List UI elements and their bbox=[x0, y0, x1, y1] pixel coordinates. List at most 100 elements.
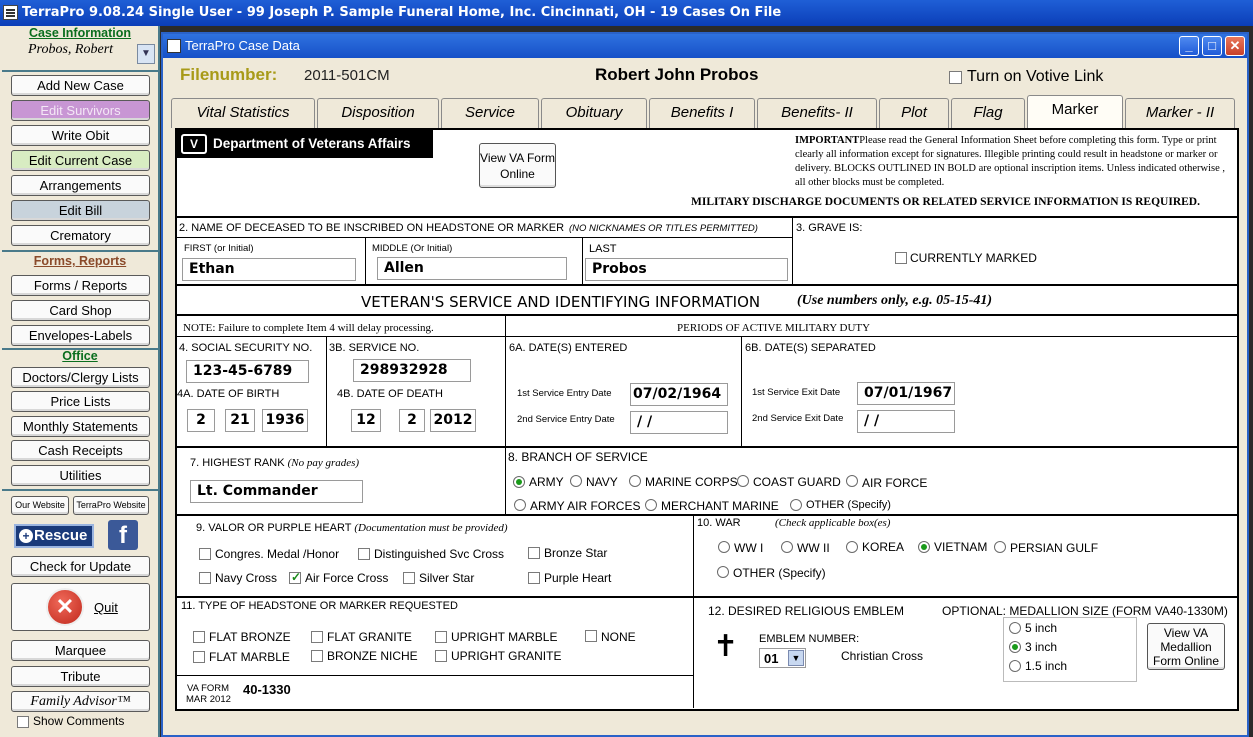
crematory-button[interactable]: Crematory bbox=[11, 225, 150, 246]
votive-link-checkbox[interactable] bbox=[949, 71, 962, 84]
quit-button[interactable]: ✕ Quit bbox=[11, 583, 150, 631]
branch-air-force-radio[interactable] bbox=[846, 475, 858, 487]
war-ww1-radio[interactable] bbox=[718, 541, 730, 553]
war-ww2-radio[interactable] bbox=[781, 541, 793, 553]
branch-marine-radio[interactable] bbox=[629, 475, 641, 487]
filenumber-label: Filenumber: bbox=[180, 65, 278, 84]
tab-flag[interactable]: Flag bbox=[951, 98, 1025, 128]
our-website-button[interactable]: Our Website bbox=[11, 496, 69, 515]
tab-plot[interactable]: Plot bbox=[879, 98, 949, 128]
tab-vital-statistics[interactable]: Vital Statistics bbox=[171, 98, 315, 128]
entry1-input[interactable]: 07/02/1964 bbox=[630, 383, 728, 406]
flat-granite-checkbox[interactable] bbox=[311, 631, 323, 643]
dob-month-input[interactable]: 2 bbox=[187, 409, 215, 432]
bronze-star-checkbox[interactable] bbox=[528, 547, 540, 559]
tab-obituary[interactable]: Obituary bbox=[541, 98, 647, 128]
edit-survivors-button[interactable]: Edit Survivors bbox=[11, 100, 150, 121]
tab-marker[interactable]: Marker bbox=[1027, 95, 1123, 128]
currently-marked-checkbox[interactable] bbox=[895, 252, 907, 264]
cash-receipts-button[interactable]: Cash Receipts bbox=[11, 440, 150, 461]
tab-marker-2[interactable]: Marker - II bbox=[1125, 98, 1235, 128]
emblem-name: Christian Cross bbox=[841, 649, 924, 663]
branch-other-radio[interactable] bbox=[790, 499, 802, 511]
divider bbox=[582, 237, 583, 284]
tribute-button[interactable]: Tribute bbox=[11, 666, 150, 687]
edit-bill-button[interactable]: Edit Bill bbox=[11, 200, 150, 221]
doctors-clergy-lists-button[interactable]: Doctors/Clergy Lists bbox=[11, 367, 150, 388]
write-obit-button[interactable]: Write Obit bbox=[11, 125, 150, 146]
chevron-down-icon[interactable]: ▼ bbox=[788, 650, 804, 666]
case-info-heading: Case Information bbox=[28, 26, 132, 40]
emblem-number-select[interactable]: 01 ▼ bbox=[759, 648, 806, 668]
highest-rank-input[interactable]: Lt. Commander bbox=[190, 480, 363, 503]
edit-current-case-button[interactable]: Edit Current Case bbox=[11, 150, 150, 171]
branch-coast-guard-radio[interactable] bbox=[737, 475, 749, 487]
tab-benefits-2[interactable]: Benefits- II bbox=[757, 98, 877, 128]
middle-name-input[interactable]: Allen bbox=[377, 257, 567, 280]
add-new-case-button[interactable]: Add New Case bbox=[11, 75, 150, 96]
case-dropdown-chevron-down-icon[interactable]: ▼ bbox=[137, 44, 155, 64]
family-advisor-button[interactable]: Family Advisor™ bbox=[11, 691, 150, 712]
upright-marble-checkbox[interactable] bbox=[435, 631, 447, 643]
marquee-button[interactable]: Marquee bbox=[11, 640, 150, 661]
flat-marble-checkbox[interactable] bbox=[193, 651, 205, 663]
view-medallion-form-button[interactable]: View VA Medallion Form Online bbox=[1147, 623, 1225, 670]
exit1-input[interactable]: 07/01/1967 bbox=[857, 382, 955, 405]
dob-year-input[interactable]: 1936 bbox=[262, 409, 308, 432]
navy-cross-checkbox[interactable] bbox=[199, 572, 211, 584]
none-checkbox[interactable] bbox=[585, 630, 597, 642]
dod-month-input[interactable]: 12 bbox=[351, 409, 381, 432]
tab-disposition[interactable]: Disposition bbox=[317, 98, 439, 128]
close-icon[interactable]: ✕ bbox=[1225, 36, 1245, 56]
first-name-input[interactable]: Ethan bbox=[182, 258, 356, 281]
war-korea-radio[interactable] bbox=[846, 541, 858, 553]
currently-marked-label: CURRENTLY MARKED bbox=[910, 251, 1037, 265]
view-va-form-button[interactable]: View VA Form Online bbox=[479, 143, 556, 188]
branch-navy-radio[interactable] bbox=[570, 475, 582, 487]
tab-benefits-1[interactable]: Benefits I bbox=[649, 98, 755, 128]
silver-star-checkbox[interactable] bbox=[403, 572, 415, 584]
congress-medal-checkbox[interactable] bbox=[199, 548, 211, 560]
medallion-5inch-radio[interactable] bbox=[1009, 622, 1021, 634]
service-no-input[interactable]: 298932928 bbox=[353, 359, 471, 382]
maximize-icon[interactable]: □ bbox=[1202, 36, 1222, 56]
distinguished-svc-cross-checkbox[interactable] bbox=[358, 548, 370, 560]
check-for-update-button[interactable]: Check for Update bbox=[11, 556, 150, 577]
war-other-radio[interactable] bbox=[717, 566, 729, 578]
branch-army-radio[interactable] bbox=[513, 476, 525, 488]
utilities-button[interactable]: Utilities bbox=[11, 465, 150, 486]
last-name-input[interactable]: Probos bbox=[585, 258, 788, 281]
branch-army-air-forces-radio[interactable] bbox=[514, 499, 526, 511]
war-vietnam-radio[interactable] bbox=[918, 541, 930, 553]
terrapro-website-button[interactable]: TerraPro Website bbox=[73, 496, 149, 515]
forms-reports-button[interactable]: Forms / Reports bbox=[11, 275, 150, 296]
show-comments-checkbox[interactable] bbox=[17, 716, 29, 728]
minimize-icon[interactable]: _ bbox=[1179, 36, 1199, 56]
tab-service[interactable]: Service bbox=[441, 98, 539, 128]
dod-day-input[interactable]: 2 bbox=[399, 409, 425, 432]
war-persian-gulf-radio[interactable] bbox=[994, 541, 1006, 553]
silver-star-label: Silver Star bbox=[419, 571, 475, 585]
dod-year-input[interactable]: 2012 bbox=[430, 409, 476, 432]
bronze-niche-checkbox[interactable] bbox=[311, 650, 323, 662]
flat-bronze-checkbox[interactable] bbox=[193, 631, 205, 643]
ssn-input[interactable]: 123-45-6789 bbox=[186, 360, 309, 383]
first-name-label: FIRST (or Initial) bbox=[184, 243, 254, 254]
arrangements-button[interactable]: Arrangements bbox=[11, 175, 150, 196]
exit2-input[interactable]: / / bbox=[857, 410, 955, 433]
entry2-input[interactable]: / / bbox=[630, 411, 728, 434]
dob-day-input[interactable]: 21 bbox=[225, 409, 255, 432]
purple-heart-checkbox[interactable] bbox=[528, 572, 540, 584]
branch-merchant-marine-radio[interactable] bbox=[645, 499, 657, 511]
price-lists-button[interactable]: Price Lists bbox=[11, 391, 150, 412]
card-shop-button[interactable]: Card Shop bbox=[11, 300, 150, 321]
monthly-statements-button[interactable]: Monthly Statements bbox=[11, 416, 150, 437]
facebook-icon[interactable]: f bbox=[108, 520, 138, 550]
air-force-cross-checkbox[interactable] bbox=[289, 570, 301, 584]
upright-granite-checkbox[interactable] bbox=[435, 650, 447, 662]
medallion-3inch-radio[interactable] bbox=[1009, 641, 1021, 653]
medallion-1-5inch-radio[interactable] bbox=[1009, 660, 1021, 672]
window-title: TerraPro Case Data bbox=[185, 38, 300, 53]
rescue-button[interactable]: + Rescue bbox=[14, 524, 94, 548]
envelopes-labels-button[interactable]: Envelopes-Labels bbox=[11, 325, 150, 346]
